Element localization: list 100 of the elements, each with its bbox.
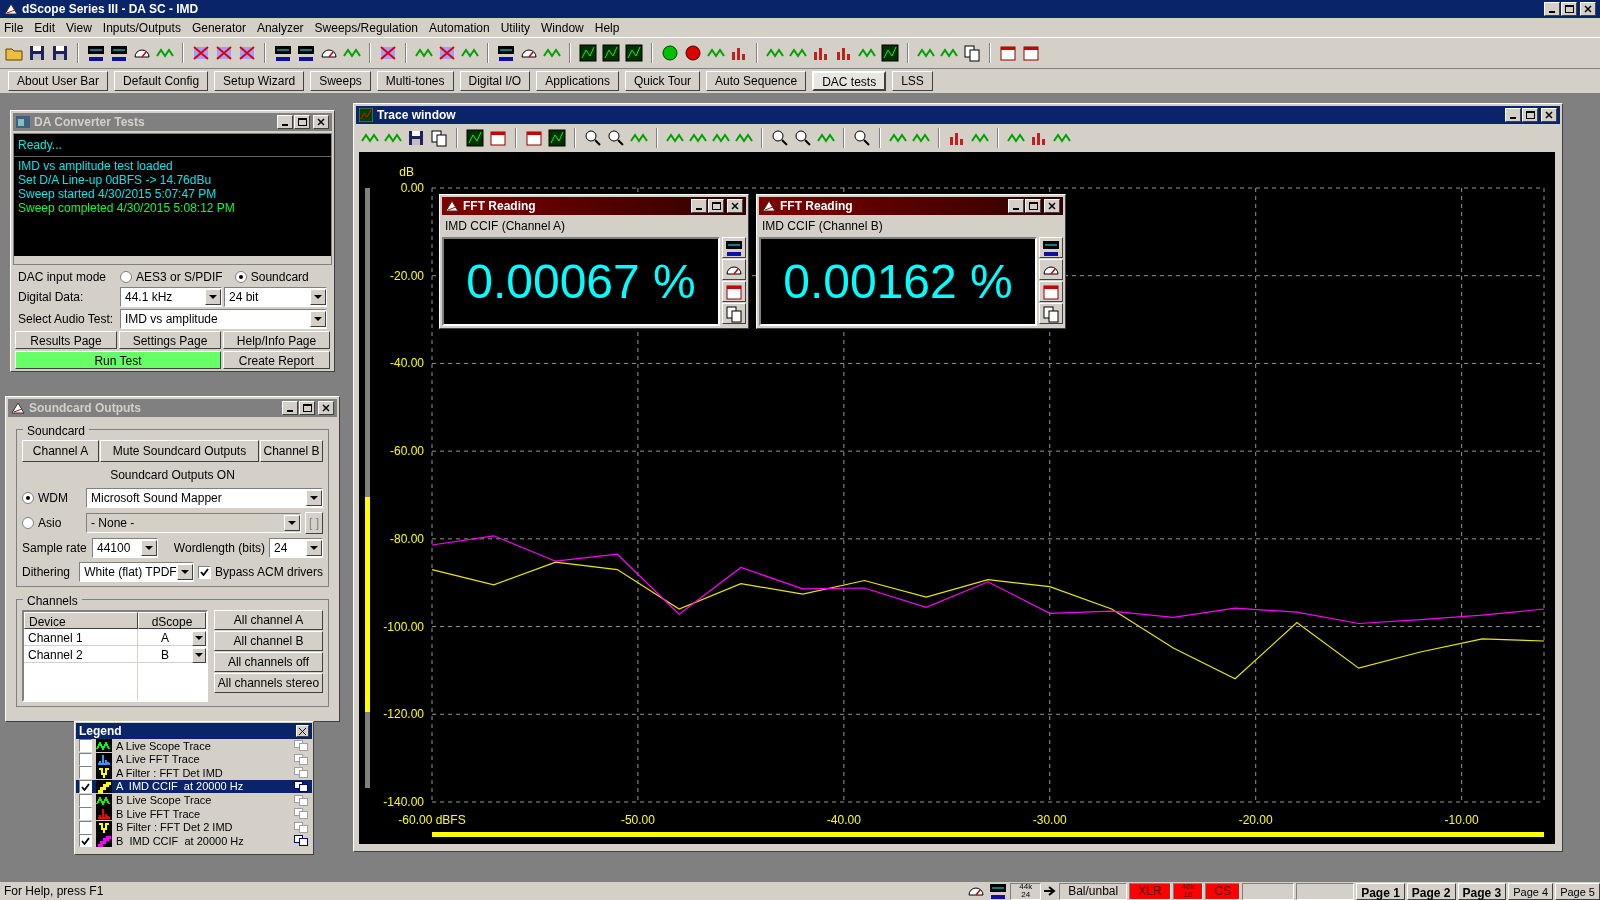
checkbox[interactable] [197, 565, 211, 579]
start-icon[interactable] [660, 43, 680, 63]
maximize-button[interactable] [294, 115, 310, 129]
menu-item[interactable]: File [4, 18, 24, 37]
button[interactable]: Create Report [223, 351, 330, 369]
maximize-button[interactable] [708, 199, 724, 213]
radio-button[interactable] [22, 492, 34, 504]
page-tab[interactable]: Page 1 [1356, 882, 1405, 900]
checkbox[interactable] [79, 780, 92, 794]
legend-row[interactable]: B Filter : FFT Det 2 IMD [76, 820, 312, 835]
menu-item[interactable]: Window [541, 18, 584, 37]
legend-row[interactable]: B IMD CCIF at 20000 Hz [76, 834, 312, 848]
page-tab[interactable]: Page 5 [1555, 882, 1600, 900]
close-button[interactable] [727, 199, 743, 213]
legend-row[interactable]: B Live Scope Trace [76, 793, 312, 807]
chart-icon[interactable] [880, 43, 900, 63]
user-bar-button[interactable]: DAC tests [812, 71, 887, 91]
user-bar-button[interactable]: Digital I/O [459, 71, 531, 91]
display-icon[interactable] [86, 43, 106, 63]
close-button[interactable] [313, 115, 329, 129]
checkbox[interactable] [79, 766, 92, 780]
copy-icon[interactable] [429, 128, 449, 148]
calendar-icon[interactable] [524, 128, 544, 148]
menu-item[interactable]: Analyzer [256, 18, 304, 37]
display-icon[interactable] [109, 43, 129, 63]
user-bar-button[interactable]: Quick Tour [624, 71, 701, 91]
user-bar-button[interactable]: About User Bar [8, 71, 109, 91]
zoom-icon[interactable] [583, 128, 603, 148]
maximize-button[interactable] [1522, 108, 1538, 122]
dropdown[interactable]: - None - [86, 513, 301, 533]
close-button[interactable] [1044, 199, 1060, 213]
button[interactable]: Help/Info Page [223, 331, 330, 349]
checkbox[interactable] [79, 793, 92, 807]
display-icon[interactable] [988, 881, 1009, 900]
page-tab[interactable]: Page 3 [1457, 882, 1507, 900]
dropdown[interactable]: 24 [269, 538, 323, 558]
button[interactable]: Channel B [260, 440, 323, 462]
dropdown[interactable]: 24 bit [224, 287, 327, 307]
copy-icon[interactable] [724, 303, 744, 324]
checkbox[interactable] [79, 752, 92, 766]
copy-icon[interactable] [294, 781, 308, 793]
menu-item[interactable]: Utility [500, 18, 531, 37]
minimize-button[interactable] [282, 401, 298, 415]
chart-icon[interactable] [624, 43, 644, 63]
dropdown[interactable]: A [138, 629, 206, 647]
crossed-icon[interactable] [191, 43, 211, 63]
page-tab[interactable]: Page 2 [1406, 882, 1456, 900]
save-icon[interactable] [27, 43, 47, 63]
maximize-button[interactable] [1561, 2, 1577, 16]
button[interactable]: All channel B [214, 631, 323, 651]
legend-row[interactable]: A Filter : FFT Det IMD [76, 766, 312, 780]
legend-row[interactable]: A IMD CCIF at 20000 Hz [76, 779, 312, 794]
checkbox[interactable] [79, 820, 92, 834]
maximize-button[interactable] [1025, 199, 1041, 213]
button[interactable]: Mute Soundcard Outputs [100, 440, 259, 462]
crossed-icon[interactable] [437, 43, 457, 63]
legend-row[interactable]: B Live FFT Trace [76, 806, 312, 821]
checkbox[interactable] [79, 739, 92, 753]
dropdown[interactable]: 44.1 kHz [120, 287, 222, 307]
button[interactable]: Run Test [15, 351, 221, 369]
horizontal-scrollbar[interactable] [14, 256, 331, 264]
zoom-icon[interactable] [770, 128, 790, 148]
display-icon[interactable] [296, 43, 316, 63]
stop-icon[interactable] [683, 43, 703, 63]
menu-item[interactable]: Generator [191, 18, 246, 37]
dropdown[interactable]: IMD vs amplitude [120, 309, 327, 329]
maximize-button[interactable] [299, 401, 315, 415]
display-icon[interactable] [496, 43, 516, 63]
zoom-icon[interactable] [793, 128, 813, 148]
display-icon[interactable] [273, 43, 293, 63]
checkbox[interactable] [79, 807, 92, 821]
close-button[interactable] [318, 401, 334, 415]
minimize-button[interactable] [1505, 108, 1521, 122]
minimize-button[interactable] [691, 199, 707, 213]
chart-icon[interactable] [578, 43, 598, 63]
button[interactable]: All channel A [214, 610, 323, 630]
menu-item[interactable]: Automation [429, 18, 490, 37]
dropdown[interactable]: White (flat) TPDF [79, 562, 194, 582]
calendar-icon[interactable] [488, 128, 508, 148]
page-tab[interactable]: Page 4 [1508, 882, 1554, 900]
button[interactable]: Results Page [15, 331, 117, 349]
menu-item[interactable]: Edit [34, 18, 56, 37]
menu-item[interactable]: View [66, 18, 92, 37]
zoom-icon[interactable] [606, 128, 626, 148]
minimize-button[interactable] [277, 115, 293, 129]
user-bar-button[interactable]: Auto Sequence [706, 71, 807, 91]
crossed-icon[interactable] [214, 43, 234, 63]
menu-item[interactable]: Inputs/Outputs [102, 18, 181, 37]
menu-item[interactable]: Help [594, 18, 620, 37]
calendar-icon[interactable] [998, 43, 1018, 63]
close-button[interactable] [296, 725, 309, 737]
minimize-button[interactable] [1008, 199, 1024, 213]
dropdown[interactable]: Microsoft Sound Mapper [86, 488, 323, 508]
button[interactable]: All channels stereo [214, 673, 323, 693]
save-icon[interactable] [50, 43, 70, 63]
close-button[interactable] [1541, 108, 1557, 122]
radio-button[interactable] [234, 270, 247, 283]
user-bar-button[interactable]: Applications [536, 71, 619, 91]
button[interactable]: All channels off [214, 652, 323, 672]
user-bar-button[interactable]: Multi-tones [376, 71, 454, 91]
